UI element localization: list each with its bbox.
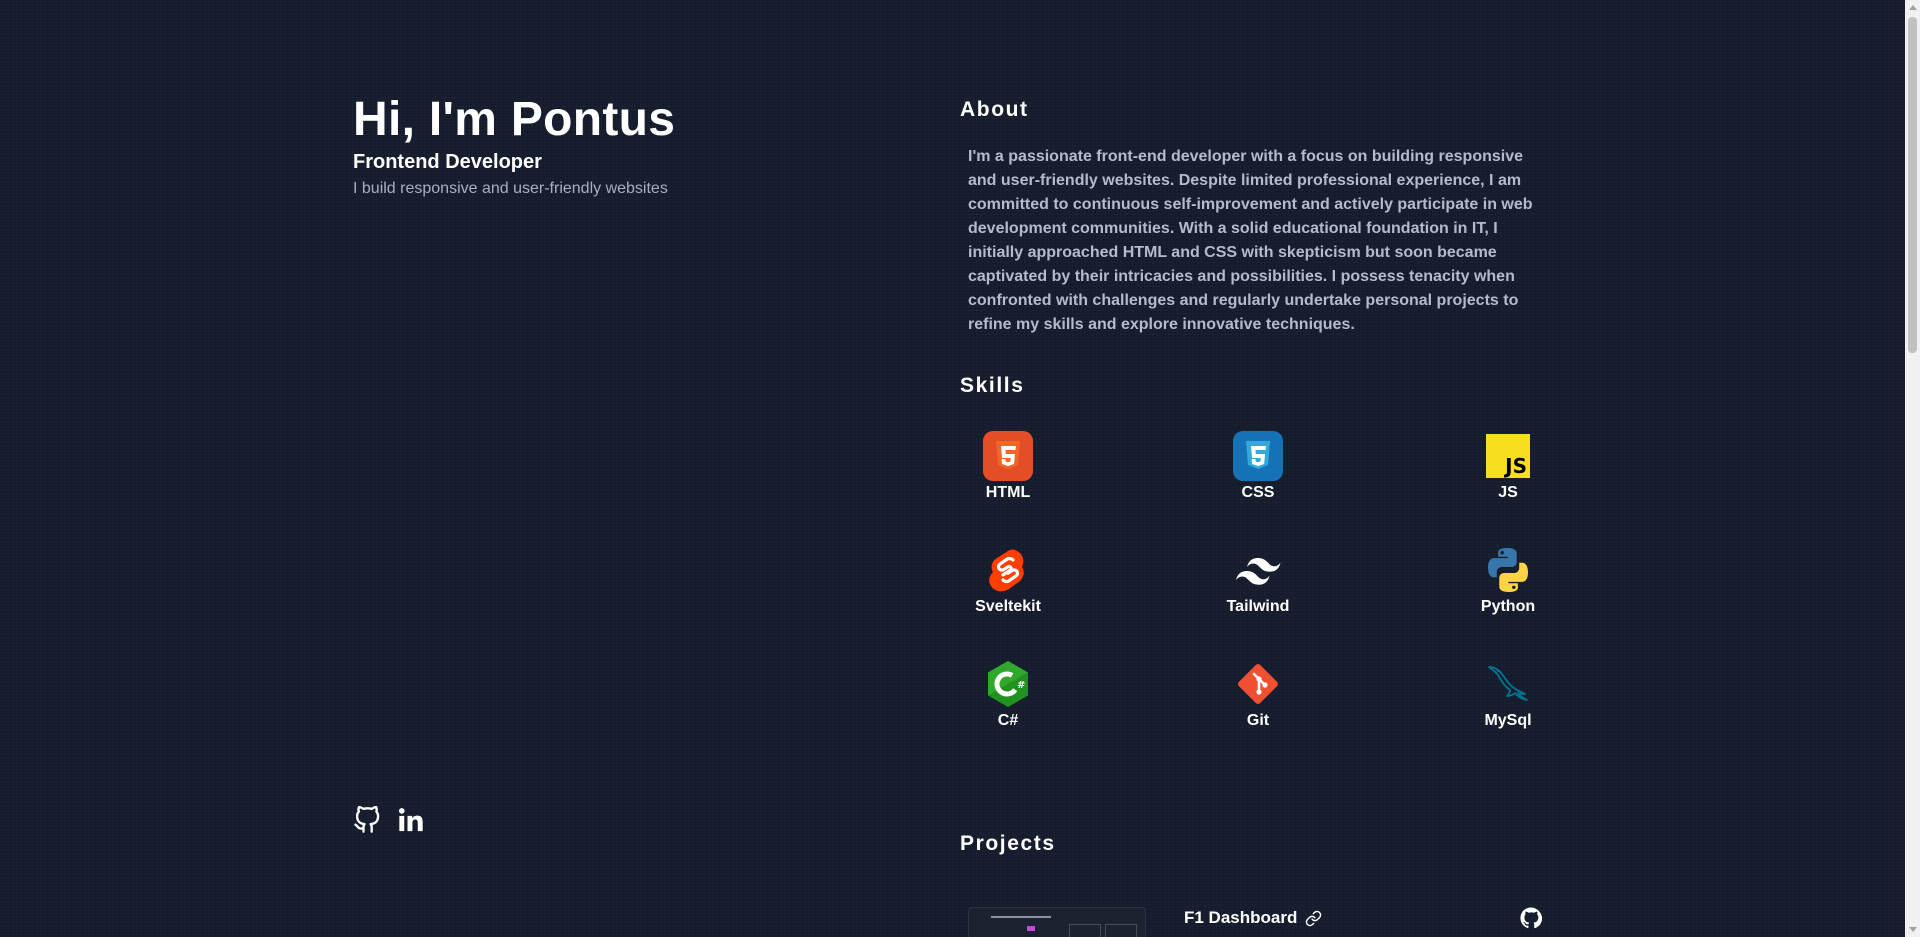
python-icon <box>1488 548 1528 592</box>
mysql-icon <box>1488 666 1528 701</box>
skill-label: CSS <box>1241 484 1275 501</box>
scroll-up-icon[interactable] <box>1909 5 1917 10</box>
hero-role: Frontend Developer <box>353 151 542 173</box>
tailwind-icon <box>1236 558 1281 585</box>
svg-text:#: # <box>1017 680 1025 691</box>
github-icon <box>354 805 380 833</box>
git-icon <box>1238 664 1278 704</box>
skill-label: Python <box>1480 598 1536 615</box>
skill-html: HTML <box>960 431 1056 527</box>
skill-label: C# <box>997 712 1019 729</box>
about-text: I'm a passionate front-end developer wit… <box>968 148 1533 333</box>
skills-heading: Skills <box>960 374 1025 397</box>
skill-tailwind: Tailwind <box>1210 545 1306 641</box>
csharp-icon: # <box>988 661 1028 707</box>
github-link[interactable] <box>353 805 381 835</box>
hero-title: Hi, I'm Pontus <box>353 93 676 146</box>
project-title: F1 Dashboard <box>1184 908 1298 927</box>
projects-heading: Projects <box>960 832 1056 855</box>
skill-label: HTML <box>985 484 1031 501</box>
github-icon <box>1520 907 1543 929</box>
main-content: About I'm a passionate front-end develop… <box>960 95 1550 755</box>
project-title-link[interactable]: F1 Dashboard <box>1184 908 1322 928</box>
project-thumbnail[interactable] <box>968 907 1146 937</box>
skill-csharp: # C# <box>960 659 1056 755</box>
scroll-down-icon[interactable] <box>1909 927 1917 932</box>
about-heading: About <box>960 98 1029 121</box>
skill-label: Git <box>1246 712 1270 729</box>
hero-tagline: I build responsive and user-friendly web… <box>353 180 668 197</box>
skill-js: JS JS <box>1460 431 1556 527</box>
skill-css: CSS <box>1210 431 1306 527</box>
linkedin-icon <box>398 808 423 832</box>
skill-label: JS <box>1498 484 1518 501</box>
skill-sveltekit: Sveltekit <box>960 545 1056 641</box>
skill-git: Git <box>1210 659 1306 755</box>
svg-text:JS: JS <box>1503 454 1527 478</box>
javascript-icon: JS <box>1486 434 1530 478</box>
skill-label: Sveltekit <box>975 598 1041 615</box>
skill-mysql: MySql <box>1460 659 1556 755</box>
css3-icon <box>1233 431 1283 481</box>
skill-python: Python <box>1460 545 1556 641</box>
hero: Hi, I'm Pontus Frontend Developer I buil… <box>353 90 873 200</box>
svelte-icon <box>989 549 1024 592</box>
link-icon <box>1306 910 1322 926</box>
html5-icon <box>983 431 1033 481</box>
social-links <box>353 805 425 835</box>
scrollbar[interactable] <box>1905 0 1920 937</box>
skill-label: MySql <box>1484 712 1532 729</box>
project-github-link[interactable] <box>1520 907 1543 929</box>
skill-label: Tailwind <box>1226 598 1290 615</box>
project-card[interactable]: F1 Dashboard <box>968 903 1548 937</box>
scrollbar-thumb[interactable] <box>1908 17 1917 353</box>
skills-grid: HTML CSS JS JS Sveltekit Tailwind Python… <box>960 431 1556 755</box>
linkedin-link[interactable] <box>397 805 425 835</box>
